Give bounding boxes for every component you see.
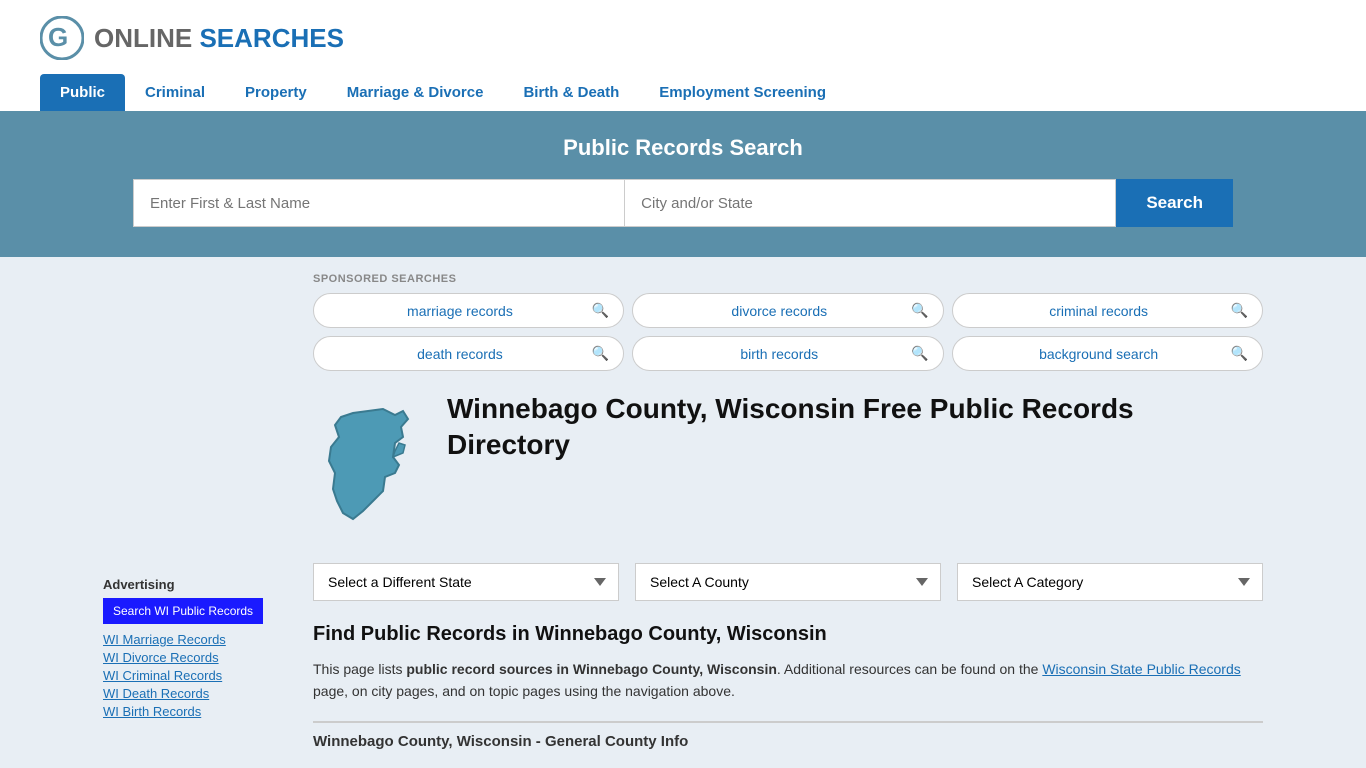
- search-icon: 🔍: [592, 345, 609, 362]
- sponsored-pill[interactable]: divorce records🔍: [632, 293, 943, 328]
- sidebar-link[interactable]: WI Divorce Records: [103, 650, 293, 665]
- search-icon: 🔍: [592, 302, 609, 319]
- search-icon: 🔍: [1231, 302, 1248, 319]
- find-para-end: page, on city pages, and on topic pages …: [313, 683, 735, 699]
- logo-icon: G: [40, 16, 84, 60]
- wi-public-records-link[interactable]: Wisconsin State Public Records: [1042, 661, 1240, 677]
- search-icon: 🔍: [911, 345, 928, 362]
- nav-item-employment-screening[interactable]: Employment Screening: [639, 74, 846, 111]
- nav-item-marriage---divorce[interactable]: Marriage & Divorce: [327, 74, 504, 111]
- sidebar-advertising-label: Advertising: [103, 577, 293, 592]
- logo-online: ONLINE: [94, 23, 192, 53]
- nav-item-criminal[interactable]: Criminal: [125, 74, 225, 111]
- logo-area: G ONLINE SEARCHES: [40, 16, 1326, 60]
- sponsored-pill[interactable]: background search🔍: [952, 336, 1263, 371]
- find-title: Find Public Records in Winnebago County,…: [313, 623, 1263, 646]
- sidebar-links: WI Marriage Records WI Divorce Records WI …: [103, 632, 293, 719]
- sidebar-link[interactable]: WI Marriage Records: [103, 632, 293, 647]
- name-input[interactable]: [133, 179, 624, 227]
- search-bar: Search: [133, 179, 1233, 227]
- sponsored-pill-text: criminal records: [967, 303, 1231, 319]
- location-input[interactable]: [624, 179, 1116, 227]
- nav-item-public[interactable]: Public: [40, 74, 125, 111]
- sponsored-pill-text: marriage records: [328, 303, 592, 319]
- search-icon: 🔍: [911, 302, 928, 319]
- nav-item-birth---death[interactable]: Birth & Death: [503, 74, 639, 111]
- hero-band: Public Records Search Search: [0, 111, 1366, 257]
- logo-text: ONLINE SEARCHES: [94, 23, 344, 54]
- dropdowns-row: Select a Different State Select A County…: [313, 563, 1263, 601]
- right-main: SPONSORED SEARCHES marriage records🔍divo…: [293, 257, 1263, 766]
- sidebar-link[interactable]: WI Birth Records: [103, 704, 293, 719]
- svg-text:G: G: [48, 22, 68, 52]
- sponsored-pill-text: birth records: [647, 346, 911, 362]
- county-info-bar: Winnebago County, Wisconsin - General Co…: [313, 721, 1263, 750]
- sponsored-pill-text: background search: [967, 346, 1231, 362]
- find-para-bold: public record sources in Winnebago Count…: [406, 661, 777, 677]
- header: G ONLINE SEARCHES PublicCriminalProperty…: [0, 0, 1366, 111]
- main-nav: PublicCriminalPropertyMarriage & Divorce…: [40, 74, 1326, 111]
- sidebar: Advertising Search WI Public Records WI …: [103, 257, 293, 766]
- county-header: Winnebago County, Wisconsin Free Public …: [313, 391, 1263, 541]
- sidebar-link[interactable]: WI Death Records: [103, 686, 293, 701]
- find-paragraph: This page lists public record sources in…: [313, 658, 1263, 703]
- main-content: Advertising Search WI Public Records WI …: [63, 257, 1303, 766]
- sponsored-pill-text: divorce records: [647, 303, 911, 319]
- sponsored-pill[interactable]: criminal records🔍: [952, 293, 1263, 328]
- county-title: Winnebago County, Wisconsin Free Public …: [447, 391, 1263, 464]
- nav-item-property[interactable]: Property: [225, 74, 327, 111]
- sponsored-label: SPONSORED SEARCHES: [313, 273, 1263, 285]
- logo-searches: SEARCHES: [199, 23, 343, 53]
- search-button[interactable]: Search: [1116, 179, 1233, 227]
- wisconsin-map: [313, 401, 423, 541]
- sponsored-grid: marriage records🔍divorce records🔍crimina…: [313, 293, 1263, 371]
- find-para-after: . Additional resources can be found on t…: [777, 661, 1039, 677]
- search-icon: 🔍: [1231, 345, 1248, 362]
- hero-title: Public Records Search: [40, 135, 1326, 161]
- find-para-text: This page lists: [313, 661, 406, 677]
- sponsored-pill[interactable]: death records🔍: [313, 336, 624, 371]
- state-dropdown[interactable]: Select a Different State: [313, 563, 619, 601]
- sponsored-pill[interactable]: marriage records🔍: [313, 293, 624, 328]
- sidebar-link[interactable]: WI Criminal Records: [103, 668, 293, 683]
- sponsored-pill[interactable]: birth records🔍: [632, 336, 943, 371]
- county-dropdown[interactable]: Select A County: [635, 563, 941, 601]
- sponsored-pill-text: death records: [328, 346, 592, 362]
- sidebar-search-button[interactable]: Search WI Public Records: [103, 598, 263, 624]
- category-dropdown[interactable]: Select A Category: [957, 563, 1263, 601]
